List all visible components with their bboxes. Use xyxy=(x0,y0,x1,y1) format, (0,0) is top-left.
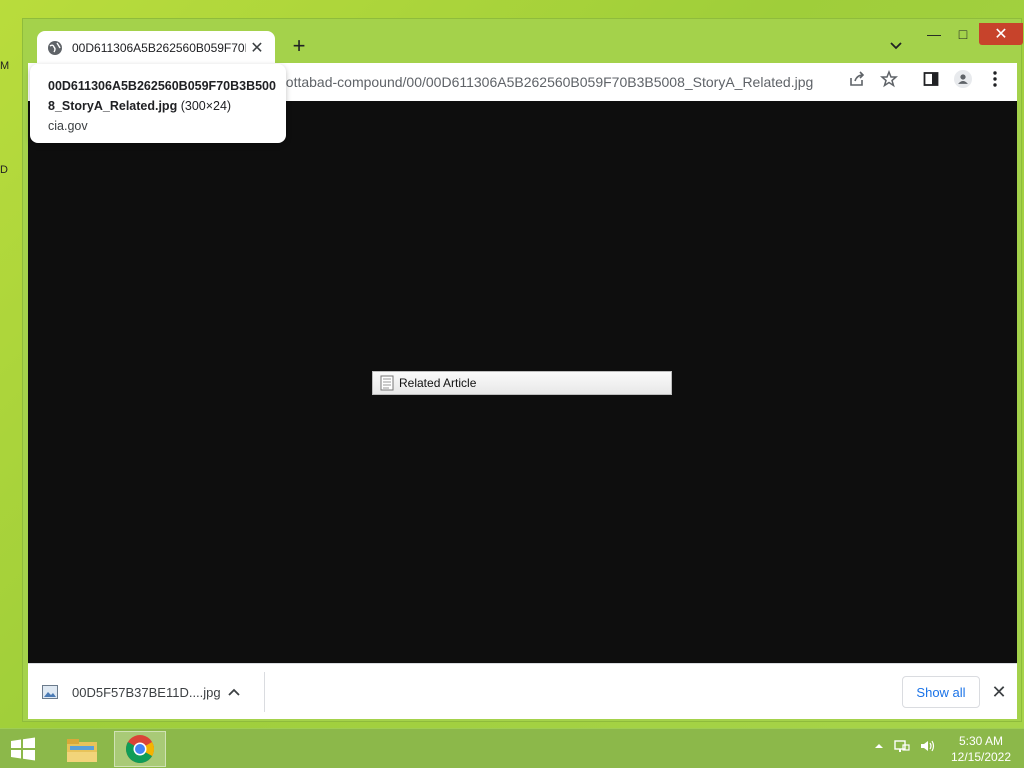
displayed-image: Related Article xyxy=(372,371,672,395)
image-file-icon xyxy=(42,685,58,699)
hover-card-filename: 00D611306A5B262560B059F70B3B5008_StoryA_… xyxy=(48,79,276,113)
hover-card-host: cia.gov xyxy=(48,119,88,133)
hover-card-dimensions: (300×24) xyxy=(180,99,232,113)
image-label: Related Article xyxy=(399,376,477,390)
download-item[interactable]: 00D5F57B37BE11D....jpg xyxy=(42,664,240,720)
close-downloads-icon[interactable]: ✕ xyxy=(990,681,1008,703)
downloads-bar: 00D5F57B37BE11D....jpg Show all ✕ xyxy=(28,663,1017,719)
search-tabs-icon[interactable] xyxy=(889,39,903,53)
tab-title: 00D611306A5B262560B059F70B3B5008_StoryA_… xyxy=(72,41,246,55)
windows-start-icon[interactable] xyxy=(10,737,36,761)
new-tab-button[interactable]: + xyxy=(289,35,309,57)
side-panel-icon[interactable] xyxy=(922,70,940,88)
show-all-button[interactable]: Show all xyxy=(902,676,980,708)
chevron-up-icon[interactable] xyxy=(874,742,884,750)
profile-icon[interactable] xyxy=(954,70,972,88)
maximize-button[interactable]: □ xyxy=(949,23,977,45)
desktop-icon-label: D xyxy=(0,164,8,176)
tab-strip: 00D611306A5B262560B059F70B3B5008_StoryA_… xyxy=(23,19,1023,65)
address-bar[interactable]: bottabad-compound/00/00D611306A5B262560B… xyxy=(278,67,906,97)
chrome-taskbar-button[interactable] xyxy=(114,731,166,767)
star-icon[interactable] xyxy=(880,70,898,88)
clock-time: 5:30 AM xyxy=(958,734,1004,748)
globe-icon xyxy=(48,41,62,55)
address-bar-actions xyxy=(848,70,898,88)
hover-card-title: 00D611306A5B262560B059F70B3B5008_StoryA_… xyxy=(48,76,276,116)
address-bar-url: bottabad-compound/00/00D611306A5B262560B… xyxy=(278,74,814,90)
tab-hover-card: 00D611306A5B262560B059F70B3B5008_StoryA_… xyxy=(30,64,286,143)
page-viewport: Related Article xyxy=(28,101,1017,663)
taskbar: 5:30 AM 12/15/2022 xyxy=(0,728,1024,768)
document-icon xyxy=(380,375,394,391)
chevron-up-icon[interactable] xyxy=(228,688,240,696)
close-window-button[interactable]: ✕ xyxy=(979,23,1023,45)
taskbar-clock[interactable]: 5:30 AM 12/15/2022 xyxy=(946,733,1016,765)
volume-icon[interactable] xyxy=(920,739,936,753)
chrome-icon xyxy=(126,735,154,763)
minimize-button[interactable]: — xyxy=(921,23,947,45)
download-file-name: 00D5F57B37BE11D....jpg xyxy=(72,684,221,700)
file-explorer-icon xyxy=(67,739,97,762)
downloads-divider xyxy=(264,672,265,712)
network-icon[interactable] xyxy=(894,739,910,753)
menu-icon[interactable] xyxy=(986,70,1004,88)
file-explorer-button[interactable] xyxy=(56,731,108,767)
system-tray xyxy=(874,739,936,753)
browser-window: 00D611306A5B262560B059F70B3B5008_StoryA_… xyxy=(22,18,1023,722)
toolbar-right-icons xyxy=(922,70,1004,88)
share-icon[interactable] xyxy=(848,70,866,88)
active-tab[interactable]: 00D611306A5B262560B059F70B3B5008_StoryA_… xyxy=(37,31,275,65)
tab-close-icon[interactable]: ✕ xyxy=(249,38,265,58)
desktop-icon-label: M xyxy=(0,60,10,72)
clock-date: 12/15/2022 xyxy=(950,750,1012,764)
